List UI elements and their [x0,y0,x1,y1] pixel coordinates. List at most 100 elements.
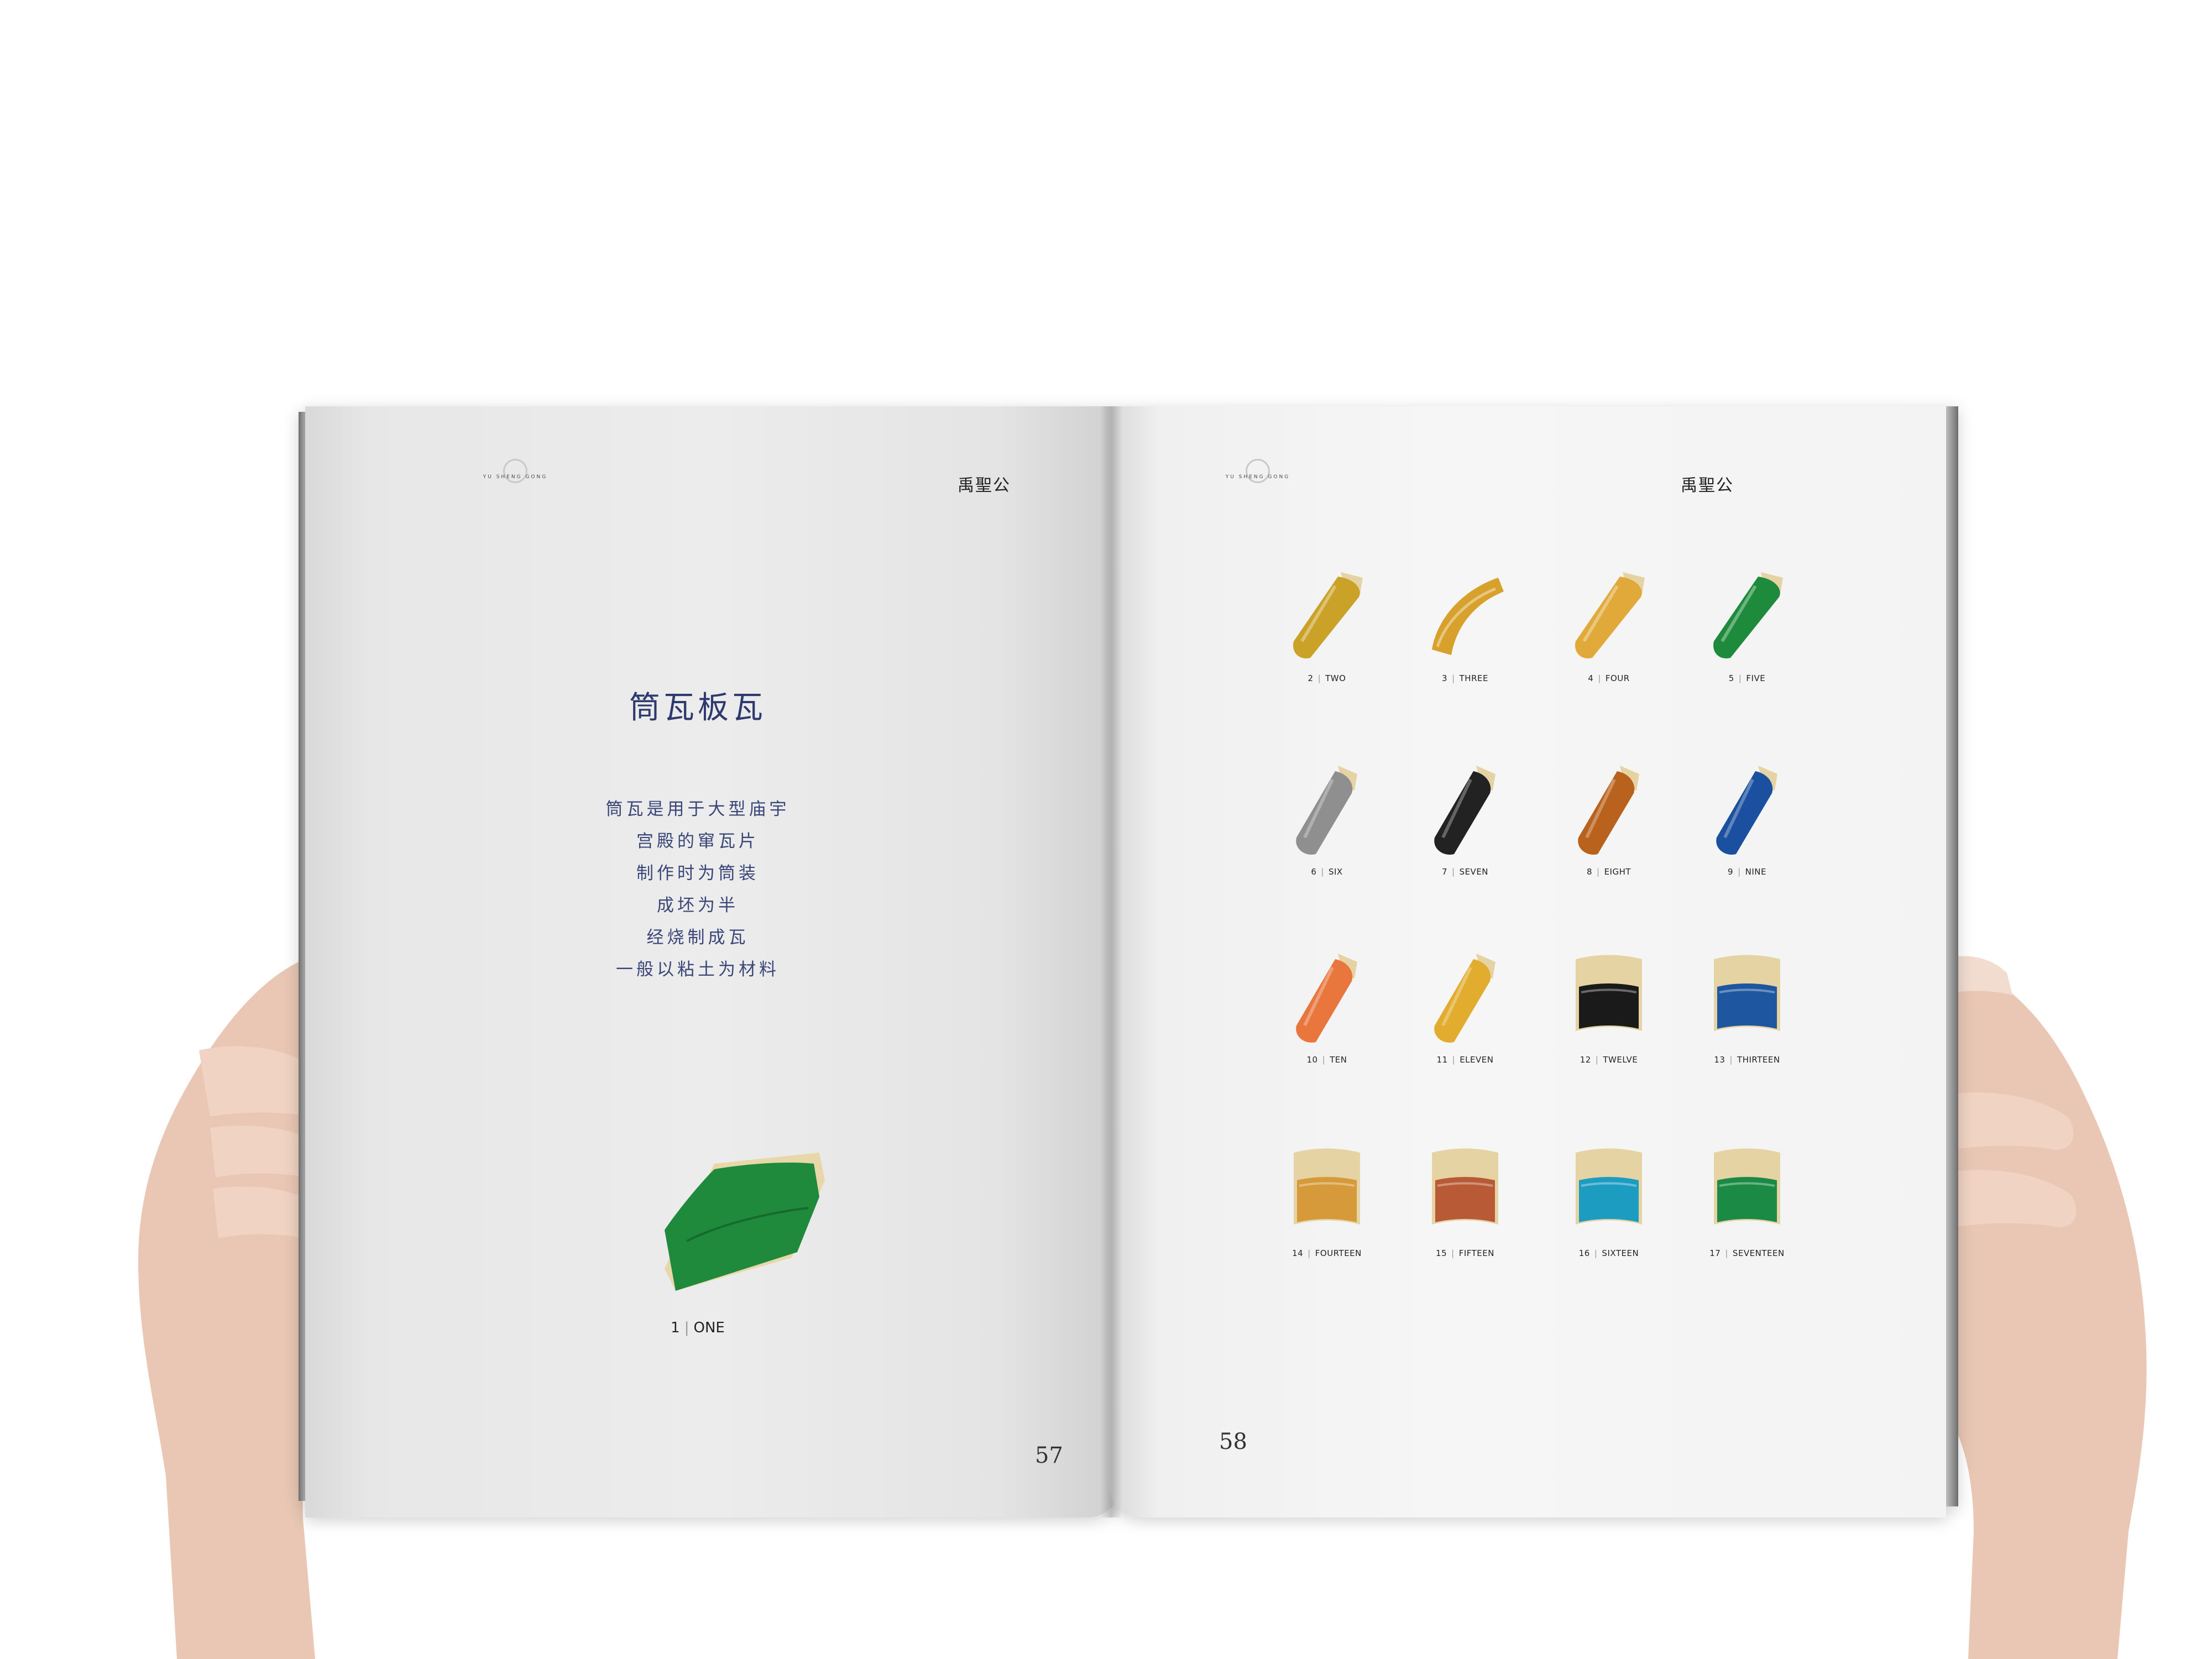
tile-word: SIX [1328,867,1343,877]
tile-item: 5 | FIVE [1675,567,1819,694]
caption-separator: | [1322,1055,1326,1065]
tile-caption: 14 | FOURTEEN [1255,1248,1399,1258]
tile-item: 10 | TEN [1255,948,1399,1075]
tile-image [1713,572,1783,658]
tile-item: 14 | FOURTEEN [1255,1142,1399,1269]
tile-word: SIXTEEN [1602,1248,1639,1258]
brand-name-right: 禹聖公 [1681,476,1734,495]
tile-image [1578,766,1639,855]
tile-item: 17 | SEVENTEEN [1675,1142,1819,1269]
tile-word: TWELVE [1603,1055,1638,1065]
tile-image [1296,954,1357,1043]
feature-word: ONE [693,1320,725,1336]
poem-line: 筒瓦是用于大型庙宇 [605,799,790,819]
tile-word: FOUR [1605,673,1630,683]
tile-item: 16 | SIXTEEN [1537,1142,1681,1269]
tile-item: 7 | SEVEN [1393,760,1537,887]
book-gutter-shadow [1100,406,1122,1517]
tile-image [1575,572,1645,658]
tile-word: ELEVEN [1460,1055,1494,1065]
caption-separator: | [1738,867,1741,877]
tile-word: NINE [1745,867,1766,877]
feature-number: 1 [671,1320,680,1336]
brand-logo-right: YU SHENG GONG [1219,459,1296,492]
caption-separator: | [1308,1248,1311,1258]
tile-item: 9 | NINE [1675,760,1819,887]
caption-separator: | [1738,673,1742,683]
tile-item: 11 | ELEVEN [1393,948,1537,1075]
page-number-right: 58 [1219,1429,1247,1454]
tile-caption: 16 | SIXTEEN [1537,1248,1681,1258]
tile-image [1432,1148,1498,1224]
caption-separator: | [1598,673,1601,683]
tile-item: 13 | THIRTEEN [1675,948,1819,1075]
tile-number: 10 [1306,1055,1318,1065]
tile-word: THREE [1459,673,1488,683]
poem-line: 经烧制成瓦 [646,928,749,948]
tile-word: SEVENTEEN [1732,1248,1785,1258]
caption-separator: | [1452,1055,1456,1065]
tile-item: 3 | THREE [1393,567,1537,694]
tile-caption: 8 | EIGHT [1537,867,1681,877]
tile-item: 12 | TWELVE [1537,948,1681,1075]
poem-line: 成坯为半 [657,896,739,915]
tile-word: FIVE [1746,673,1766,683]
tile-image [1296,766,1357,855]
tile-caption: 12 | TWELVE [1537,1055,1681,1065]
tile-image [1432,578,1504,655]
caption-separator: | [1321,867,1324,877]
tile-caption: 13 | THIRTEEN [1675,1055,1819,1065]
tile-caption: 15 | FIFTEEN [1393,1248,1537,1258]
open-catalog-spread: YU SHENG GONG 禹聖公 筒瓦板瓦 筒瓦是用于大型庙宇 宫殿的窜瓦片 … [293,406,1958,1540]
tile-image [1576,1148,1642,1224]
tile-word: TEN [1330,1055,1347,1065]
brand-logo-left: YU SHENG GONG [477,459,554,492]
brand-latin: YU SHENG GONG [483,474,548,480]
caption-separator: | [1729,1055,1733,1065]
tile-number: 3 [1442,673,1448,683]
tile-item: 6 | SIX [1255,760,1399,887]
brand-latin: YU SHENG GONG [1225,474,1290,480]
feature-caption: 1 | ONE [305,1320,1090,1336]
caption-separator: | [684,1320,689,1336]
spread-shadow: YU SHENG GONG 禹聖公 筒瓦板瓦 筒瓦是用于大型庙宇 宫殿的窜瓦片 … [293,406,1958,1540]
tile-image [1716,766,1777,855]
tile-caption: 2 | TWO [1255,673,1399,683]
section-title: 筒瓦板瓦 [629,690,766,726]
tile-number: 8 [1586,867,1592,877]
left-page: YU SHENG GONG 禹聖公 筒瓦板瓦 筒瓦是用于大型庙宇 宫殿的窜瓦片 … [305,406,1121,1517]
tile-image [1576,955,1642,1031]
poem-line: 制作时为筒装 [636,863,759,883]
tile-word: TWO [1325,673,1346,683]
tile-caption: 6 | SIX [1255,867,1399,877]
tile-caption: 10 | TEN [1255,1055,1399,1065]
tile-word: FIFTEEN [1458,1248,1494,1258]
tile-number: 15 [1436,1248,1447,1258]
caption-separator: | [1317,673,1321,683]
tile-number: 13 [1714,1055,1725,1065]
tile-number: 9 [1728,867,1734,877]
caption-separator: | [1594,1248,1598,1258]
tile-number: 16 [1578,1248,1590,1258]
tile-caption: 4 | FOUR [1537,673,1681,683]
tile-number: 2 [1308,673,1314,683]
tile-number: 7 [1441,867,1447,877]
caption-separator: | [1595,1055,1599,1065]
tile-number: 5 [1728,673,1734,683]
section-poem: 筒瓦是用于大型庙宇 宫殿的窜瓦片 制作时为筒装 成坯为半 经烧制成瓦 一般以粘土… [305,793,1090,986]
tile-image [1714,1148,1780,1224]
caption-separator: | [1725,1248,1728,1258]
tile-number: 14 [1292,1248,1304,1258]
tile-image [1434,766,1495,855]
right-page: YU SHENG GONG 禹聖公 2 | TWO 3 | THREE 4 | FOUR 5 | FI… [1108,406,1946,1517]
right-page-edge [1946,406,1958,1506]
tile-caption: 17 | SEVENTEEN [1675,1248,1819,1258]
tile-word: SEVEN [1459,867,1489,877]
tile-image [1294,1148,1360,1224]
tile-number: 11 [1436,1055,1448,1065]
tile-image [1714,955,1780,1031]
tile-word: FOURTEEN [1315,1248,1362,1258]
tile-number: 17 [1709,1248,1721,1258]
tile-caption: 7 | SEVEN [1393,867,1537,877]
caption-separator: | [1451,1248,1455,1258]
